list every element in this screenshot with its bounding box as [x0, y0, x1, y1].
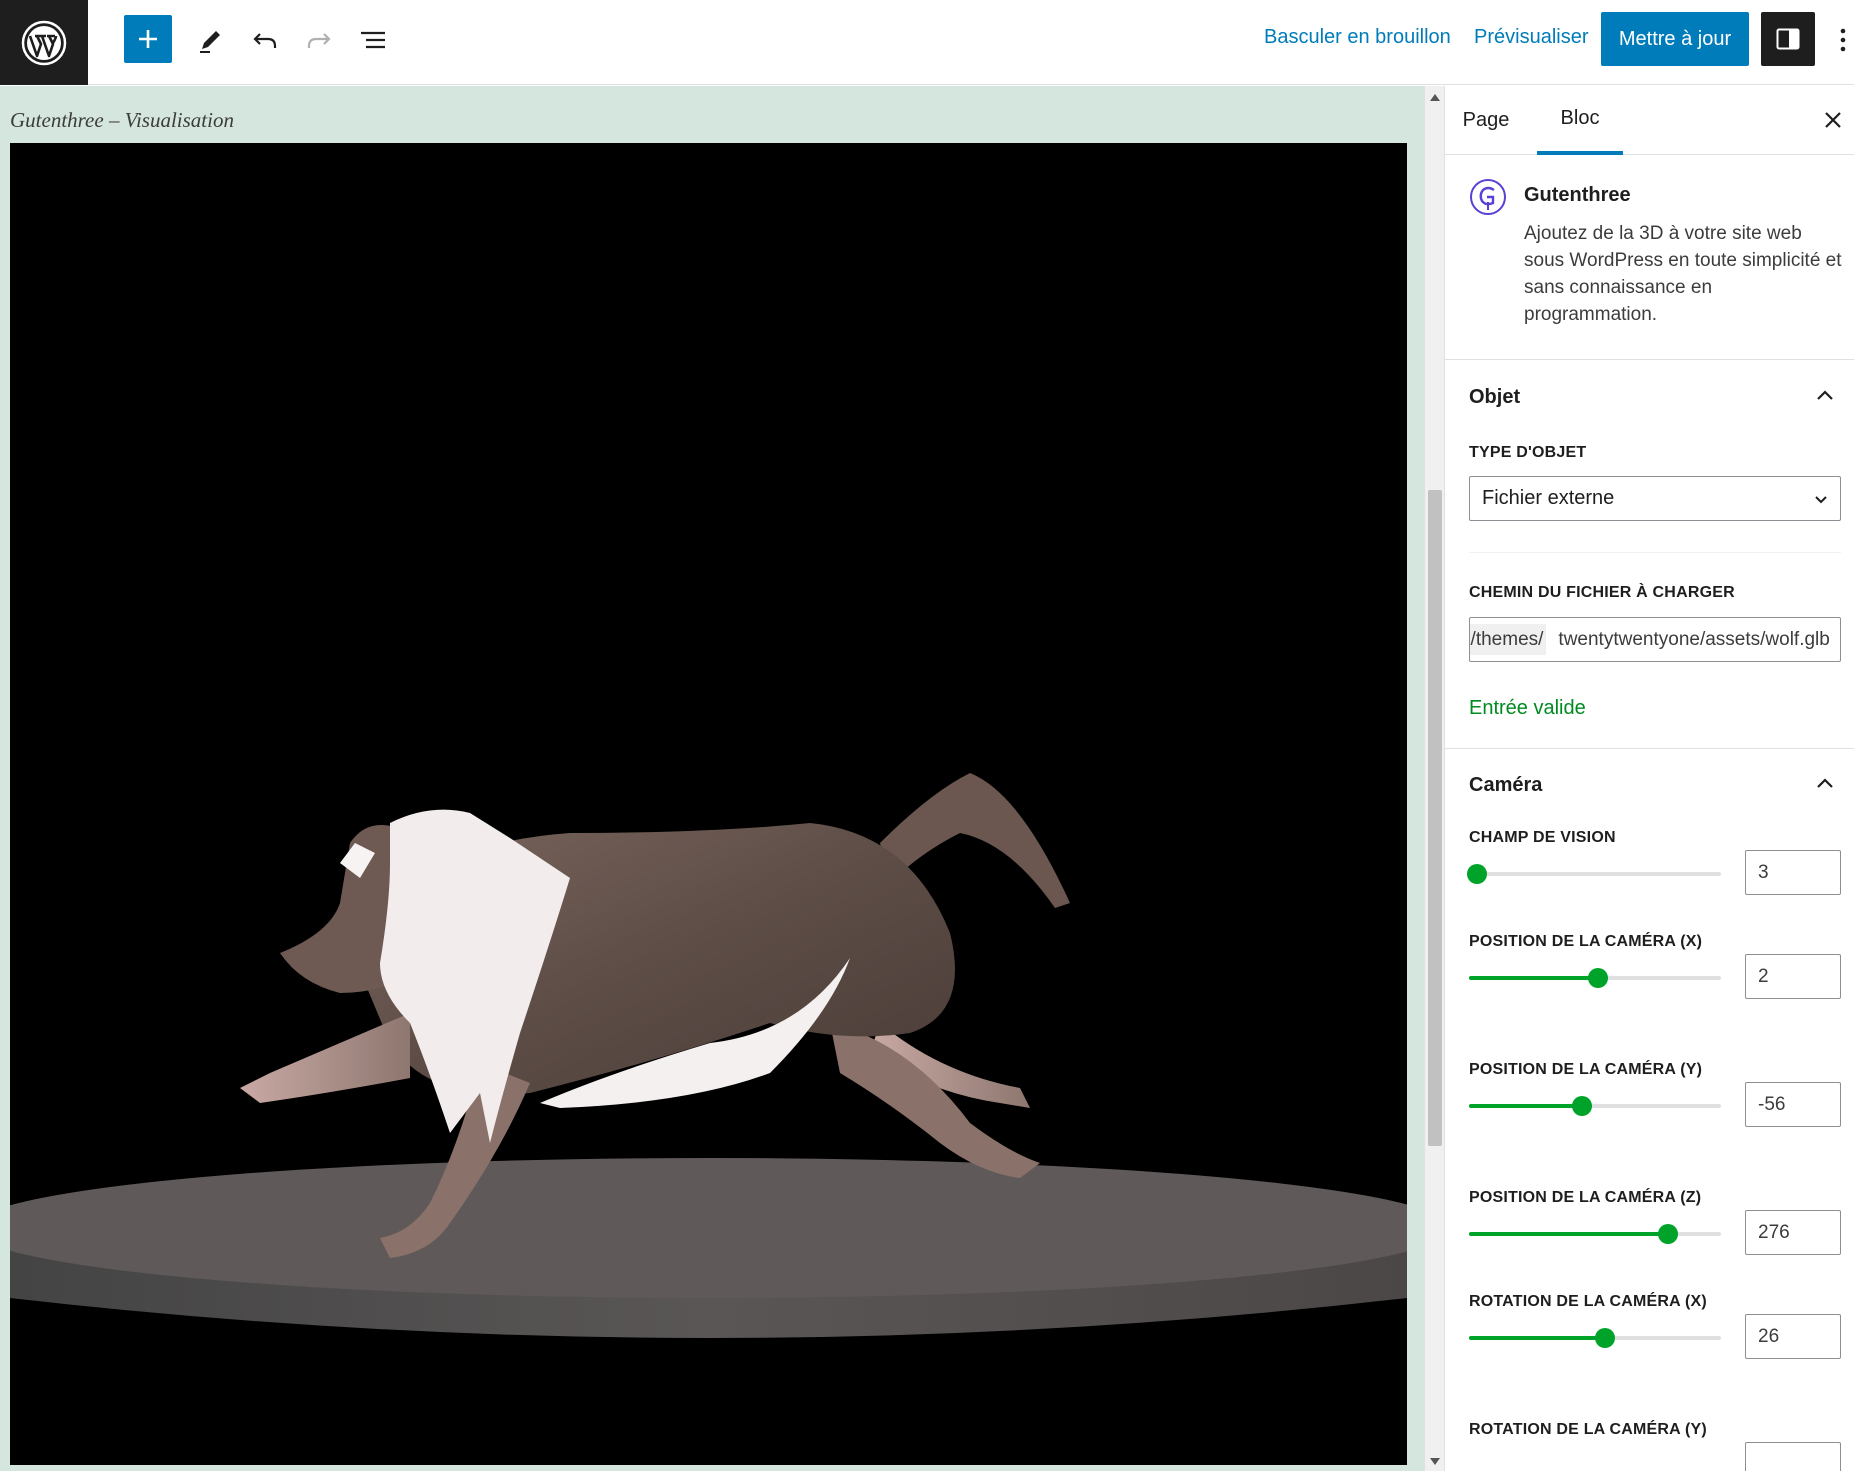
more-vertical-icon [1840, 28, 1846, 52]
range-fill [1469, 1232, 1669, 1236]
camera-control-label: POSITION DE LA CAMÉRA (X) [1469, 933, 1703, 950]
3d-scene [10, 773, 1407, 1338]
block-description: Ajoutez de la 3D à votre site web sous W… [1524, 223, 1842, 325]
camera-number-input[interactable]: 3 [1745, 850, 1841, 895]
plus-icon [139, 30, 157, 48]
pencil-icon [200, 31, 220, 53]
settings-sidebar: Page Bloc Gutenthree Ajoutez de la 3D à … [1444, 86, 1854, 1471]
redo-icon [307, 33, 331, 48]
camera-control-label: POSITION DE LA CAMÉRA (Z) [1469, 1189, 1702, 1206]
range-thumb[interactable] [1466, 864, 1487, 884]
camera-number-input[interactable]: -56 [1745, 1082, 1841, 1127]
editor-canvas: Gutenthree – Visualisation [0, 86, 1424, 1471]
range-fill [1469, 1104, 1583, 1108]
range-thumb[interactable] [1595, 1328, 1616, 1348]
document-overview-button[interactable] [355, 20, 391, 60]
camera-control-label: ROTATION DE LA CAMÉRA (Y) [1469, 1421, 1707, 1438]
tools-button[interactable] [193, 20, 229, 60]
camera-number-input[interactable]: 276 [1745, 1210, 1841, 1255]
wordpress-icon [21, 20, 67, 65]
undo-button[interactable] [247, 20, 283, 60]
tab-page[interactable]: Page [1445, 86, 1527, 155]
camera-control-label: POSITION DE LA CAMÉRA (Y) [1469, 1061, 1703, 1078]
camera-number-input[interactable] [1745, 1442, 1841, 1471]
camera-number-input[interactable]: 26 [1745, 1314, 1841, 1359]
close-icon [1825, 112, 1841, 128]
panel-divider [1445, 748, 1854, 749]
undo-icon [253, 33, 277, 48]
camera-control-label: CHAMP DE VISION [1469, 829, 1616, 846]
platform [10, 1158, 1407, 1338]
object-type-select[interactable]: Fichier externe [1469, 476, 1841, 521]
options-menu-button[interactable] [1833, 18, 1853, 62]
scroll-down-arrow-icon[interactable] [1430, 1458, 1440, 1465]
range-thumb[interactable] [1658, 1224, 1679, 1244]
gutenthree-block-icon [1470, 179, 1506, 215]
settings-toggle-button[interactable] [1761, 12, 1815, 66]
range-fill [1469, 976, 1598, 980]
range-thumb[interactable] [1587, 968, 1608, 988]
sidebar-icon [1776, 28, 1800, 50]
field-divider [1469, 552, 1841, 553]
tab-block[interactable]: Bloc [1537, 86, 1623, 155]
list-view-icon [361, 31, 385, 49]
chevron-down-icon [1815, 496, 1827, 504]
editor-toolbar: Basculer en brouillon Prévisualiser Mett… [0, 0, 1854, 85]
camera-number-input[interactable]: 2 [1745, 954, 1841, 999]
canvas-scrollbar[interactable] [1424, 86, 1444, 1471]
range-fill [1469, 1336, 1606, 1340]
block-label: Gutenthree – Visualisation [10, 108, 234, 132]
range-thumb[interactable] [1572, 1096, 1593, 1116]
camera-control-label: ROTATION DE LA CAMÉRA (X) [1469, 1293, 1707, 1310]
chevron-up-icon[interactable] [1813, 772, 1837, 796]
file-path-value: twentytwentyone/assets/wolf.glb [1558, 628, 1830, 650]
object-type-value: Fichier externe [1482, 487, 1615, 509]
block-card: Gutenthree Ajoutez de la 3D à votre site… [1445, 156, 1854, 360]
preview-button[interactable]: Prévisualiser [1474, 26, 1588, 49]
camera-range-slider[interactable] [1469, 1328, 1721, 1348]
object-panel-title[interactable]: Objet [1469, 386, 1520, 409]
camera-range-slider[interactable] [1469, 1224, 1721, 1244]
camera-range-slider[interactable] [1469, 968, 1721, 988]
camera-panel-title[interactable]: Caméra [1469, 774, 1542, 797]
file-path-input[interactable]: ../themes/ twentytwentyone/assets/wolf.g… [1469, 617, 1841, 662]
update-button[interactable]: Mettre à jour [1601, 12, 1749, 66]
wordpress-logo-button[interactable] [0, 0, 88, 85]
switch-to-draft-button[interactable]: Basculer en brouillon [1264, 26, 1451, 49]
file-path-label: CHEMIN DU FICHIER À CHARGER [1469, 584, 1735, 601]
block-title: Gutenthree [1524, 184, 1631, 206]
validation-message: Entrée valide [1469, 697, 1586, 719]
chevron-up-icon[interactable] [1813, 384, 1837, 408]
file-path-prefix: ../themes/ [1470, 624, 1547, 655]
close-sidebar-button[interactable] [1815, 102, 1851, 138]
scroll-up-arrow-icon[interactable] [1430, 94, 1440, 101]
object-type-label: TYPE D'OBJET [1469, 444, 1587, 461]
add-block-button[interactable] [124, 15, 172, 63]
camera-range-slider[interactable] [1466, 864, 1721, 884]
redo-button[interactable] [301, 20, 337, 60]
sidebar-tabs: Page Bloc [1445, 86, 1854, 155]
scrollbar-thumb[interactable] [1428, 490, 1442, 1146]
camera-range-slider[interactable] [1469, 1096, 1721, 1116]
3d-viewport[interactable] [10, 143, 1407, 1465]
